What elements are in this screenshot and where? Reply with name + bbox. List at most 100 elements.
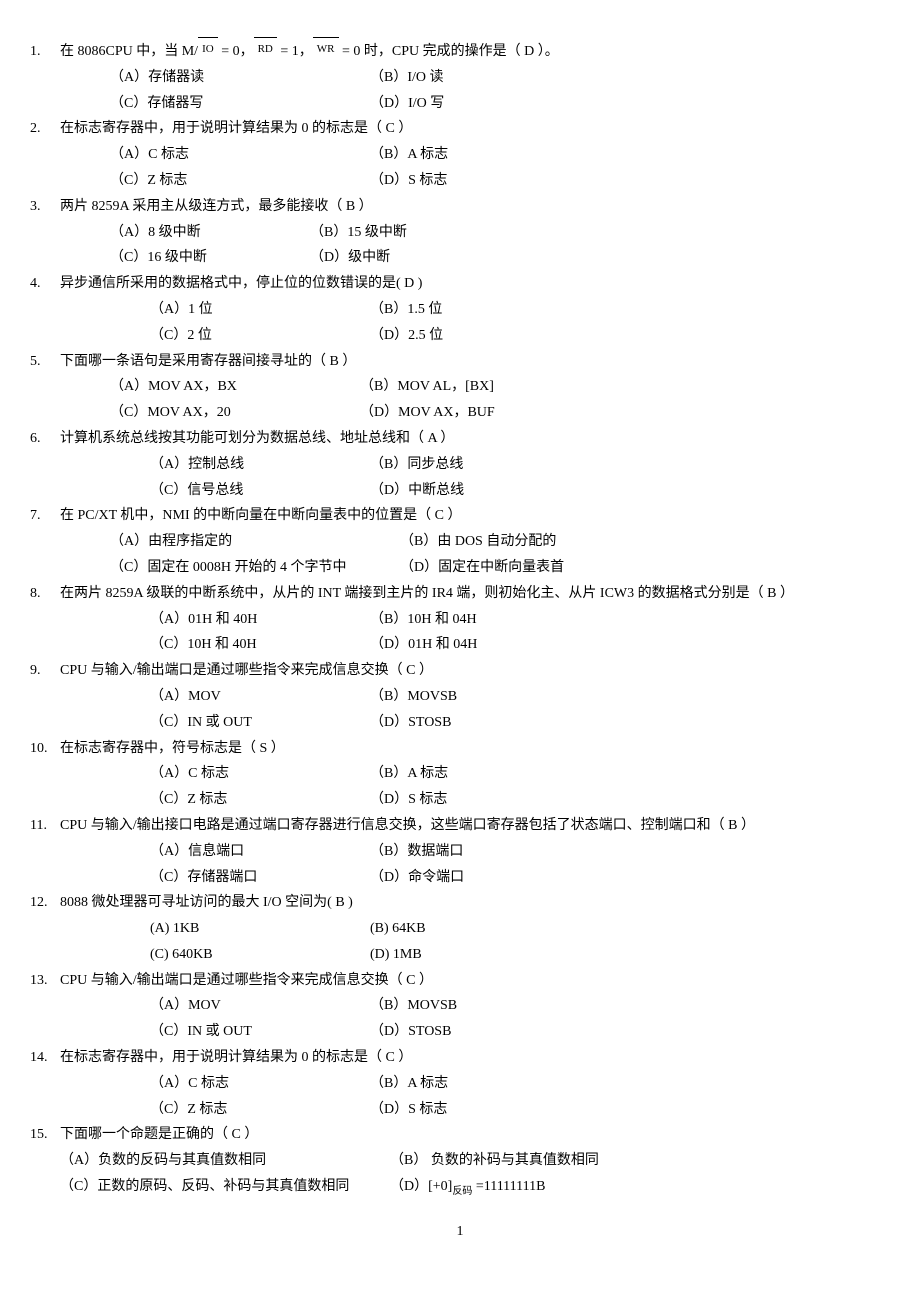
option-b: （D）I/O 写 bbox=[370, 92, 444, 116]
option-row: （A）C 标志（B）A 标志 bbox=[110, 143, 890, 167]
option-b: （B）同步总线 bbox=[370, 453, 463, 477]
question-text: 两片 8259A 采用主从级连方式，最多能接收（ B ） bbox=[60, 199, 373, 214]
question-number: 11. bbox=[30, 814, 60, 838]
question-15: 15.下面哪一个命题是正确的（ C ） bbox=[30, 1123, 890, 1147]
question-number: 1. bbox=[30, 40, 60, 64]
option-row: （C）存储器写（D）I/O 写 bbox=[110, 92, 890, 116]
option-a: （A）01H 和 40H bbox=[150, 608, 370, 632]
question-number: 4. bbox=[30, 272, 60, 296]
question-number: 12. bbox=[30, 891, 60, 915]
option-row: （C）2 位（D）2.5 位 bbox=[150, 324, 890, 348]
question-number: 2. bbox=[30, 117, 60, 141]
option-row: （A）C 标志（B）A 标志 bbox=[150, 762, 890, 786]
question-5: 5.下面哪一条语句是采用寄存器间接寻址的（ B ） bbox=[30, 350, 890, 374]
option-b: （B）1.5 位 bbox=[370, 298, 442, 322]
option-row: （C）正数的原码、反码、补码与其真值数相同（D）[+0]反码 =11111111… bbox=[60, 1175, 890, 1200]
option-b: （B）10H 和 04H bbox=[370, 608, 477, 632]
option-a: （A）存储器读 bbox=[110, 66, 370, 90]
option-a: （C）存储器端口 bbox=[150, 866, 370, 890]
option-row: （C）IN 或 OUT（D）STOSB bbox=[150, 1020, 890, 1044]
question-2: 2.在标志寄存器中，用于说明计算结果为 0 的标志是（ C ） bbox=[30, 117, 890, 141]
option-row: （A）存储器读（B）I/O 读 bbox=[110, 66, 890, 90]
option-b: （B）MOVSB bbox=[370, 994, 457, 1018]
option-b: （D）01H 和 04H bbox=[370, 633, 477, 657]
option-row: （A）C 标志（B）A 标志 bbox=[150, 1072, 890, 1096]
question-text: 在标志寄存器中，用于说明计算结果为 0 的标志是（ C ） bbox=[60, 121, 412, 136]
question-12: 12.8088 微处理器可寻址访问的最大 I/O 空间为( B ) bbox=[30, 891, 890, 915]
option-a: （A）8 级中断 bbox=[110, 221, 310, 245]
option-b: （B）15 级中断 bbox=[310, 221, 407, 245]
option-a: （C）Z 标志 bbox=[110, 169, 370, 193]
option-a: （A）MOV bbox=[150, 994, 370, 1018]
option-row: （C）IN 或 OUT（D）STOSB bbox=[150, 711, 890, 735]
option-b: (B) 64KB bbox=[370, 917, 426, 941]
option-a: （C）Z 标志 bbox=[150, 788, 370, 812]
option-a: （A）C 标志 bbox=[110, 143, 370, 167]
question-number: 6. bbox=[30, 427, 60, 451]
option-b: （D）S 标志 bbox=[370, 788, 447, 812]
option-a: （C）信号总线 bbox=[150, 479, 370, 503]
question-text: 在 8086CPU 中，当 M/IO = 0，RD = 1，WR = 0 时，C… bbox=[60, 44, 559, 59]
question-text: CPU 与输入/输出端口是通过哪些指令来完成信息交换（ C ） bbox=[60, 663, 433, 678]
option-a: （A）控制总线 bbox=[150, 453, 370, 477]
option-b: （B）MOVSB bbox=[370, 685, 457, 709]
option-b: （D）STOSB bbox=[370, 1020, 451, 1044]
option-row: （A）信息端口（B）数据端口 bbox=[150, 840, 890, 864]
option-row: （A）MOV（B）MOVSB bbox=[150, 994, 890, 1018]
option-a: （C）2 位 bbox=[150, 324, 370, 348]
option-row: （A）负数的反码与其真值数相同（B） 负数的补码与其真值数相同 bbox=[60, 1149, 890, 1173]
signal-io: IO bbox=[198, 37, 218, 59]
option-b: （B）数据端口 bbox=[370, 840, 463, 864]
question-number: 3. bbox=[30, 195, 60, 219]
option-a: （C）IN 或 OUT bbox=[150, 711, 370, 735]
option-a: （A）由程序指定的 bbox=[110, 530, 400, 554]
option-a: （C）正数的原码、反码、补码与其真值数相同 bbox=[60, 1175, 390, 1199]
question-text: 在 PC/XT 机中，NMI 的中断向量在中断向量表中的位置是（ C ） bbox=[60, 508, 461, 523]
question-7: 7.在 PC/XT 机中，NMI 的中断向量在中断向量表中的位置是（ C ） bbox=[30, 504, 890, 528]
option-b: （B）MOV AL，[BX] bbox=[360, 375, 494, 399]
question-text: 在两片 8259A 级联的中断系统中，从片的 INT 端接到主片的 IR4 端，… bbox=[60, 586, 794, 601]
option-a: （A）1 位 bbox=[150, 298, 370, 322]
option-row: （C）Z 标志（D）S 标志 bbox=[150, 788, 890, 812]
option-b: （D）[+0]反码 =11111111B bbox=[390, 1175, 545, 1200]
option-row: （A）控制总线（B）同步总线 bbox=[150, 453, 890, 477]
option-b: （D）固定在中断向量表首 bbox=[400, 556, 564, 580]
option-row: （C）Z 标志（D）S 标志 bbox=[150, 1098, 890, 1122]
subscript: 反码 bbox=[452, 1186, 472, 1197]
question-text: CPU 与输入/输出端口是通过哪些指令来完成信息交换（ C ） bbox=[60, 973, 433, 988]
option-b: （B）由 DOS 自动分配的 bbox=[400, 530, 556, 554]
option-a: （A）负数的反码与其真值数相同 bbox=[60, 1149, 390, 1173]
question-text: 8088 微处理器可寻址访问的最大 I/O 空间为( B ) bbox=[60, 895, 353, 910]
option-a: （A）信息端口 bbox=[150, 840, 370, 864]
option-b: （D）命令端口 bbox=[370, 866, 464, 890]
option-b: （D）STOSB bbox=[370, 711, 451, 735]
option-a: （C）16 级中断 bbox=[110, 246, 310, 270]
question-number: 14. bbox=[30, 1046, 60, 1070]
option-a: （C）存储器写 bbox=[110, 92, 370, 116]
question-number: 8. bbox=[30, 582, 60, 606]
question-text: 在标志寄存器中，符号标志是（ S ） bbox=[60, 741, 285, 756]
question-14: 14.在标志寄存器中，用于说明计算结果为 0 的标志是（ C ） bbox=[30, 1046, 890, 1070]
option-row: （C）信号总线（D）中断总线 bbox=[150, 479, 890, 503]
option-b: （D）S 标志 bbox=[370, 169, 447, 193]
option-a: （C）固定在 0008H 开始的 4 个字节中 bbox=[110, 556, 400, 580]
option-b: （B）A 标志 bbox=[370, 762, 448, 786]
question-number: 7. bbox=[30, 504, 60, 528]
question-10: 10.在标志寄存器中，符号标志是（ S ） bbox=[30, 737, 890, 761]
option-a: （A）MOV AX，BX bbox=[110, 375, 360, 399]
option-a: （C）10H 和 40H bbox=[150, 633, 370, 657]
option-row: （A）MOV AX，BX（B）MOV AL，[BX] bbox=[110, 375, 890, 399]
question-1: 1.在 8086CPU 中，当 M/IO = 0，RD = 1，WR = 0 时… bbox=[30, 40, 890, 64]
option-a: （C）IN 或 OUT bbox=[150, 1020, 370, 1044]
signal-wr: WR bbox=[313, 37, 339, 59]
question-number: 10. bbox=[30, 737, 60, 761]
question-8: 8.在两片 8259A 级联的中断系统中，从片的 INT 端接到主片的 IR4 … bbox=[30, 582, 890, 606]
option-row: （C）10H 和 40H（D）01H 和 04H bbox=[150, 633, 890, 657]
option-b: （D）2.5 位 bbox=[370, 324, 443, 348]
option-b: （B）A 标志 bbox=[370, 143, 448, 167]
option-row: (A) 1KB(B) 64KB bbox=[150, 917, 890, 941]
question-13: 13.CPU 与输入/输出端口是通过哪些指令来完成信息交换（ C ） bbox=[30, 969, 890, 993]
option-row: （C）16 级中断（D）级中断 bbox=[110, 246, 890, 270]
option-a: （C）Z 标志 bbox=[150, 1098, 370, 1122]
option-row: （A）由程序指定的（B）由 DOS 自动分配的 bbox=[110, 530, 890, 554]
